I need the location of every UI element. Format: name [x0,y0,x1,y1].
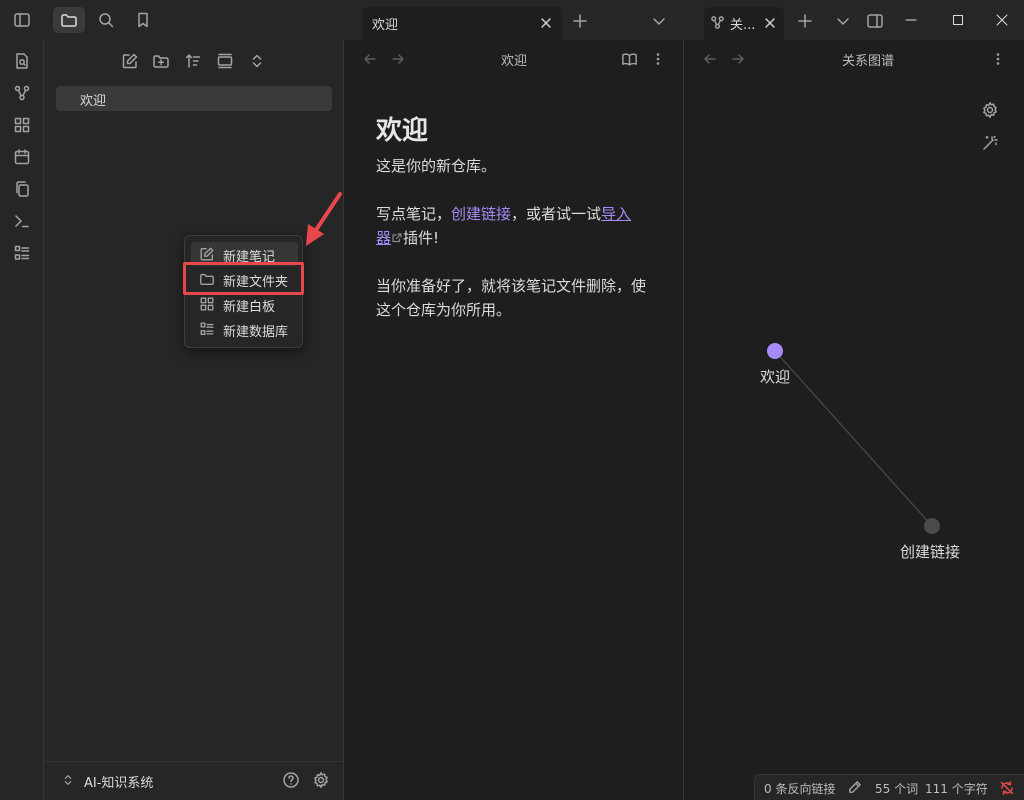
bookmark-icon [138,12,148,28]
tab-graph-label: 关... [730,18,756,33]
daily-note-button[interactable] [12,147,32,167]
annotation-arrow-icon [306,192,342,246]
note-paragraph-3: 当你准备好了，就将该笔记文件删除，使这个仓库为你所用。 [376,277,647,319]
search-view-button[interactable] [90,7,122,33]
folder-plus-icon [153,55,169,68]
close-window-icon[interactable] [994,12,1010,28]
more-options-icon[interactable] [650,51,666,67]
menu-item-label: 新建白板 [223,300,276,315]
quick-switcher-button[interactable] [12,51,32,71]
minimize-icon[interactable] [903,12,919,28]
tab-graph[interactable]: 关... [704,7,784,40]
graph-node-label: 创建链接 [900,543,961,561]
create-link-link[interactable]: 创建链接 [451,205,511,223]
title-bar: 欢迎 关... [0,0,1024,40]
command-palette-button[interactable] [12,211,32,231]
graph-node-label: 欢迎 [760,368,791,386]
note-pane: 欢迎 欢迎 这是你的新仓库。 写点笔记，创建链接，或者试一试导入器 插件! 当你准… [344,40,684,800]
note-paragraph-1: 这是你的新仓库。 [376,157,497,175]
chevrons-up-down-icon [252,54,262,68]
reading-mode-icon[interactable] [621,51,638,68]
file-search-icon [16,53,28,69]
collapse-all-button[interactable] [215,51,235,71]
word-count: 55 个词 [875,782,919,796]
ribbon [0,40,44,800]
chevron-down-icon[interactable] [651,13,667,29]
list-icon [14,245,30,260]
tab-welcome-label: 欢迎 [372,18,399,33]
edit-icon [200,247,214,261]
sidebar-toggle-icon [14,13,30,27]
database-icon [200,322,214,335]
char-count: 111 个字符 [925,782,988,796]
backlinks-count[interactable]: 0 条反向链接 [764,780,835,797]
file-item-label: 欢迎 [80,94,107,109]
menu-item-label: 新建数据库 [223,325,289,340]
new-tab-icon[interactable] [572,13,588,29]
note-heading: 欢迎 [376,116,429,146]
tab-welcome[interactable]: 欢迎 [362,7,562,40]
expand-all-button[interactable] [247,51,267,71]
copy-icon [16,181,29,197]
templates-button[interactable] [12,179,32,199]
vault-name[interactable]: AI-知识系统 [84,772,153,791]
annotation-highlight-box [183,262,304,295]
graph-icon [14,85,30,101]
graph-canvas[interactable] [685,40,1024,800]
new-folder-button[interactable] [151,51,171,71]
graph-node-welcome[interactable] [767,343,783,359]
arrow-right-icon[interactable] [390,51,406,67]
menu-item-new-canvas[interactable]: 新建白板 [191,292,298,316]
new-tab-icon[interactable] [797,13,813,29]
chevrons-up-down-icon[interactable] [61,773,75,787]
note-title[interactable]: 欢迎 [501,50,527,69]
maximize-icon[interactable] [950,12,966,28]
file-explorer: 欢迎 AI-知识系统 [44,40,344,800]
sort-icon [185,54,201,68]
bookmarks-view-button[interactable] [127,7,159,33]
edit-mode-icon[interactable] [847,780,862,795]
note-text: ，或者试一试 [511,205,602,223]
note-text: 插件! [403,229,440,247]
help-icon[interactable] [282,771,300,789]
external-link-icon [392,233,402,243]
close-icon[interactable] [538,15,554,31]
new-note-button[interactable] [120,51,140,71]
menu-item-new-database[interactable]: 新建数据库 [191,317,298,341]
calendar-icon [14,149,30,165]
edit-icon [122,53,138,69]
vault-switcher: AI-知识系统 [44,761,344,798]
collapse-icon [217,53,233,69]
search-icon [99,13,114,28]
graph-node-create-link[interactable] [924,518,940,534]
right-sidebar-toggle-icon[interactable] [866,12,884,30]
close-icon[interactable] [762,15,778,31]
sync-off-icon[interactable] [999,780,1015,796]
canvas-button[interactable] [12,115,32,135]
graph-edge [774,350,933,527]
chevron-down-icon[interactable] [835,13,851,29]
graph-pane: 关系图谱 欢迎 创建链接 [685,40,1024,800]
graph-view-button[interactable] [12,83,32,103]
canvas-icon [14,117,30,133]
note-text: 写点笔记， [376,205,452,223]
file-item-welcome[interactable]: 欢迎 [56,86,332,111]
folder-icon [61,14,77,27]
files-view-button[interactable] [53,7,85,33]
note-paragraph-2: 写点笔记，创建链接，或者试一试导入器 插件! [376,202,646,250]
status-bar: 0 条反向链接 55 个词 111 个字符 [754,774,1024,800]
database-button[interactable] [12,243,32,263]
canvas-icon [200,297,214,311]
gear-icon[interactable] [312,771,330,789]
sidebar-toggle-button[interactable] [6,7,38,33]
terminal-icon [15,215,29,228]
arrow-left-icon[interactable] [362,51,378,67]
sort-button[interactable] [183,51,203,71]
graph-icon [711,16,724,29]
